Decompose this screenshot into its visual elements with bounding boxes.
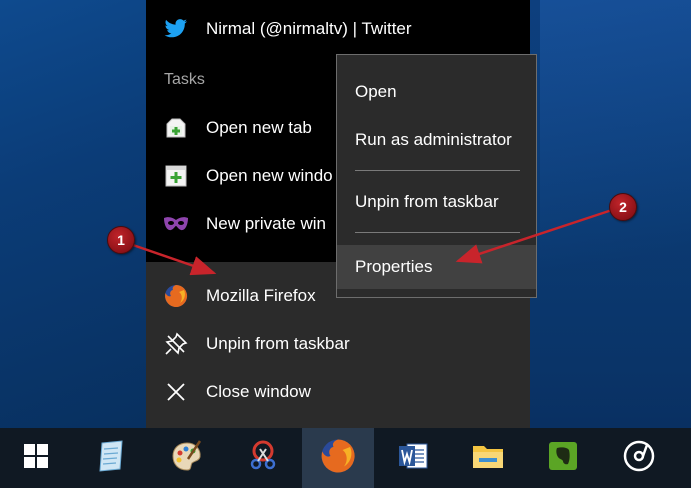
taskbar-paint[interactable]	[151, 428, 223, 488]
app-item-label: Mozilla Firefox	[206, 286, 316, 305]
groove-music-icon	[622, 439, 656, 478]
annotation-badge-2: 2	[609, 193, 637, 221]
paint-icon	[170, 439, 204, 478]
context-menu: Open Run as administrator Unpin from tas…	[336, 54, 537, 298]
evernote-icon	[547, 440, 579, 477]
taskbar-snipping-tool[interactable]	[227, 428, 299, 488]
menu-item-open[interactable]: Open	[337, 73, 536, 111]
jumplist-pinned-twitter[interactable]: Nirmal (@nirmaltv) | Twitter	[146, 7, 530, 51]
task-label: Open new tab	[206, 118, 312, 137]
taskbar-notepad[interactable]	[75, 428, 147, 488]
notepad-icon	[94, 439, 128, 478]
taskbar-evernote[interactable]	[527, 428, 599, 488]
desktop-wallpaper-left	[0, 0, 146, 430]
app-item-label: Close window	[206, 382, 311, 401]
menu-item-label: Properties	[355, 257, 433, 276]
menu-item-run-as-administrator[interactable]: Run as administrator	[337, 121, 536, 159]
taskbar-groove-music[interactable]	[603, 428, 675, 488]
twitter-icon	[163, 16, 189, 42]
task-label: Open new windo	[206, 166, 333, 185]
taskbar-file-explorer[interactable]	[452, 428, 524, 488]
menu-item-unpin-from-taskbar[interactable]: Unpin from taskbar	[337, 183, 536, 221]
file-explorer-icon	[471, 441, 505, 476]
app-item-unpin-from-taskbar[interactable]: Unpin from taskbar	[146, 322, 530, 366]
menu-separator	[355, 170, 520, 171]
start-button[interactable]	[0, 428, 72, 488]
windows-start-icon	[23, 443, 49, 474]
unpin-icon	[163, 331, 189, 357]
new-window-icon	[163, 163, 189, 189]
menu-item-label: Open	[355, 82, 397, 101]
firefox-icon	[320, 438, 356, 479]
tasks-header: Tasks	[164, 71, 205, 88]
task-label: New private win	[206, 214, 326, 233]
taskbar-word[interactable]	[377, 428, 449, 488]
annotation-badge-1: 1	[107, 226, 135, 254]
app-item-label: Unpin from taskbar	[206, 334, 350, 353]
menu-separator	[355, 232, 520, 233]
close-icon	[163, 379, 189, 405]
menu-item-label: Unpin from taskbar	[355, 192, 499, 211]
menu-item-properties[interactable]: Properties	[337, 245, 536, 289]
word-icon	[397, 441, 429, 476]
jumplist-pinned-label: Nirmal (@nirmaltv) | Twitter	[206, 19, 412, 38]
new-tab-icon	[163, 115, 189, 141]
app-item-close-window[interactable]: Close window	[146, 370, 530, 414]
menu-item-label: Run as administrator	[355, 130, 512, 149]
taskbar-firefox[interactable]	[302, 428, 374, 488]
firefox-icon	[163, 283, 189, 309]
private-mask-icon	[163, 211, 189, 237]
taskbar	[0, 428, 691, 488]
snipping-tool-icon	[246, 439, 280, 478]
